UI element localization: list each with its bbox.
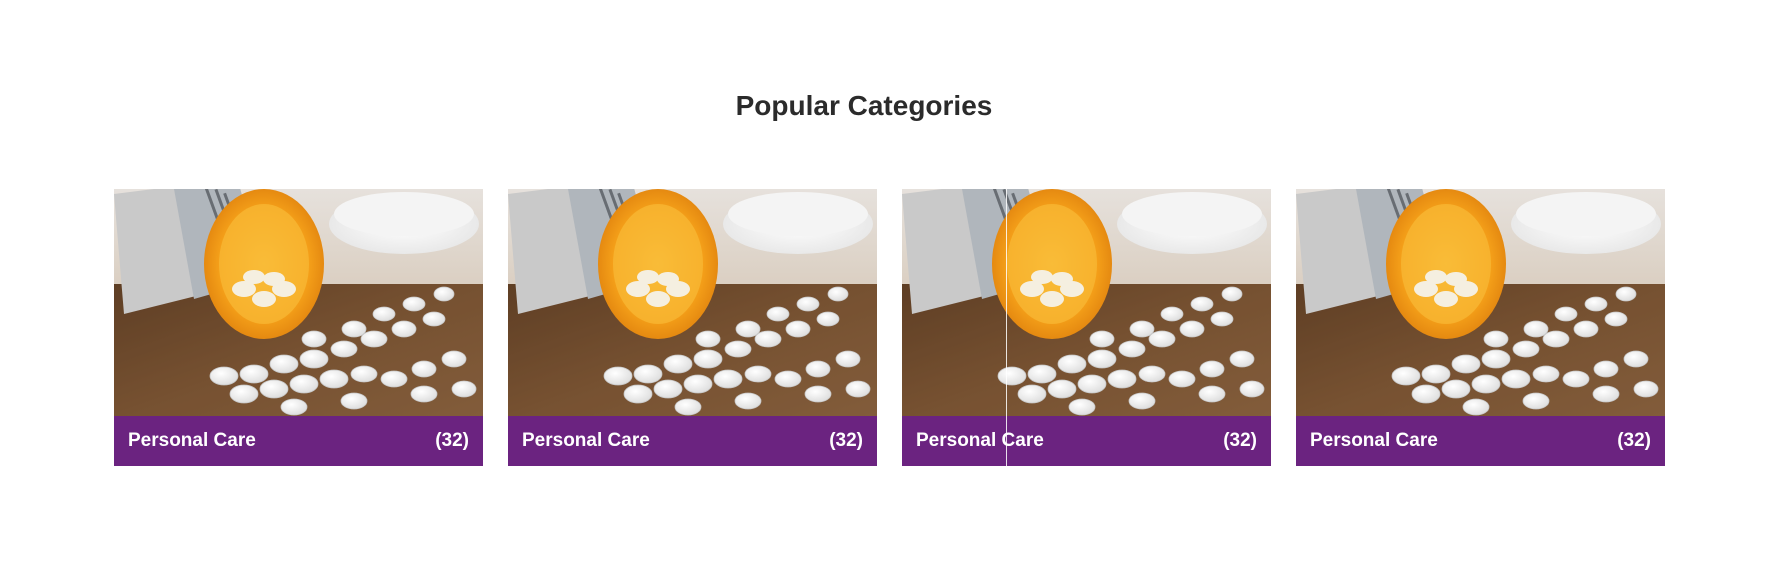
section-title: Popular Categories xyxy=(735,90,993,121)
category-footer[interactable]: Personal Care (32) xyxy=(1296,416,1665,466)
category-count: (32) xyxy=(829,430,863,451)
category-count: (32) xyxy=(1617,430,1651,451)
category-name: Personal Care xyxy=(916,430,1044,451)
category-name: Personal Care xyxy=(128,430,256,451)
category-card[interactable]: Personal Care (32) xyxy=(902,189,1271,466)
pill-bottle-image xyxy=(1296,189,1665,416)
category-image[interactable] xyxy=(114,189,483,416)
category-footer[interactable]: Personal Care (32) xyxy=(902,416,1271,466)
category-count: (32) xyxy=(1223,430,1257,451)
category-cards: Personal Care (32) Personal Care (32) Pe… xyxy=(114,189,1665,466)
category-footer[interactable]: Personal Care (32) xyxy=(114,416,483,466)
pill-bottle-image xyxy=(508,189,877,416)
category-image[interactable] xyxy=(508,189,877,416)
category-name: Personal Care xyxy=(1310,430,1438,451)
hover-divider-line xyxy=(1006,189,1007,466)
pill-bottle-image xyxy=(114,189,483,416)
category-footer[interactable]: Personal Care (32) xyxy=(508,416,877,466)
category-card[interactable]: Personal Care (32) xyxy=(114,189,483,466)
category-image[interactable] xyxy=(1296,189,1665,416)
category-card[interactable]: Personal Care (32) xyxy=(1296,189,1665,466)
category-name: Personal Care xyxy=(522,430,650,451)
pill-bottle-image xyxy=(902,189,1271,416)
category-card[interactable]: Personal Care (32) xyxy=(508,189,877,466)
category-image[interactable] xyxy=(902,189,1271,416)
category-count: (32) xyxy=(435,430,469,451)
